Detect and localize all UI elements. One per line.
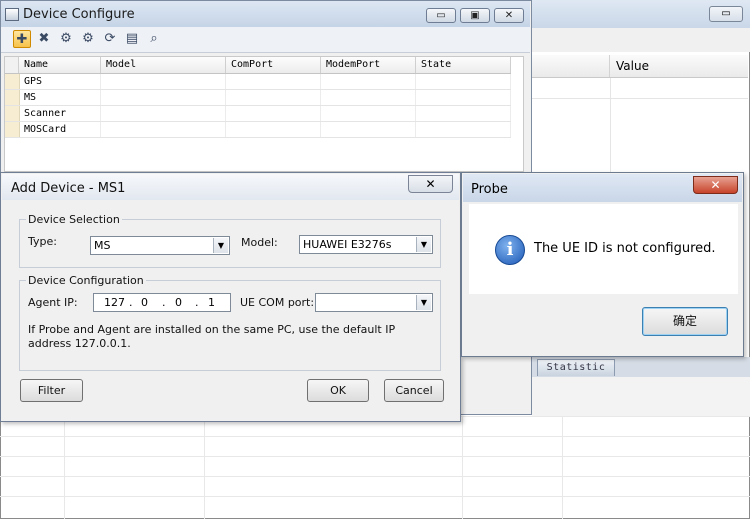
chevron-down-icon[interactable]: ▼ xyxy=(416,295,431,310)
add-device-title: Add Device - MS1 xyxy=(11,181,126,196)
column-header-model[interactable]: Model xyxy=(101,57,226,73)
table-row[interactable]: MOSCard xyxy=(5,122,511,138)
chevron-down-icon[interactable]: ▼ xyxy=(213,238,228,253)
ip-hint-text: If Probe and Agent are installed on the … xyxy=(28,323,396,350)
type-select-value: MS xyxy=(94,239,111,252)
probe-close-button[interactable]: ✕ xyxy=(693,176,738,194)
ue-com-port-label: UE COM port: xyxy=(240,296,315,309)
print-icon[interactable]: ▤ xyxy=(123,30,141,48)
cell-model xyxy=(101,122,226,137)
cell-state xyxy=(416,106,511,121)
add-device-icon[interactable]: ✚ xyxy=(13,30,31,48)
model-select-value: HUAWEI E3276s xyxy=(303,238,392,251)
cell-modemport xyxy=(321,122,416,137)
background-minimize-button[interactable]: ▭ xyxy=(709,6,743,22)
delete-device-icon[interactable]: ✖ xyxy=(35,30,53,48)
value-grid-header: Value xyxy=(532,55,748,78)
cell-state xyxy=(416,74,511,89)
add-device-dialog: Add Device - MS1 ✕ Device Selection Type… xyxy=(0,172,461,422)
probe-ok-button[interactable]: 确定 xyxy=(642,307,728,336)
ip-dot: . xyxy=(195,296,199,309)
agent-ip-label: Agent IP: xyxy=(28,296,78,309)
row-header xyxy=(5,122,20,137)
cell-model xyxy=(101,90,226,105)
cell-modemport xyxy=(321,90,416,105)
ip-dot: . xyxy=(162,296,166,309)
type-label: Type: xyxy=(28,235,57,248)
add-device-close-button[interactable]: ✕ xyxy=(408,175,453,193)
background-title-bar: ▭ xyxy=(532,0,750,29)
cell-model xyxy=(101,74,226,89)
probe-message-text: The UE ID is not configured. xyxy=(534,241,716,256)
device-grid-header: Name Model ComPort ModemPort State xyxy=(5,57,511,74)
probe-message-box: Probe ✕ i The UE ID is not configured. 确… xyxy=(461,172,744,357)
probe-title: Probe xyxy=(471,182,508,197)
cell-modemport xyxy=(321,74,416,89)
cell-model xyxy=(101,106,226,121)
background-data-grid xyxy=(0,416,750,519)
value-grid-row xyxy=(532,78,748,99)
minimize-button[interactable]: ▭ xyxy=(426,8,456,23)
cell-name: MS xyxy=(19,90,101,105)
cell-state xyxy=(416,90,511,105)
device-configure-title-bar: Device Configure ▭ ▣ ✕ xyxy=(1,1,530,27)
find-icon[interactable]: ⌕ xyxy=(145,30,163,48)
type-select[interactable]: MS ▼ xyxy=(90,236,230,255)
cell-comport xyxy=(226,74,321,89)
ip-dot: . xyxy=(129,296,133,309)
app-icon xyxy=(5,8,19,21)
ok-button[interactable]: OK xyxy=(307,379,369,402)
refresh-icon[interactable]: ⟳ xyxy=(101,30,119,48)
probe-title-bar: Probe ✕ xyxy=(463,174,742,202)
ip-octet: 127 xyxy=(104,296,125,309)
cell-state xyxy=(416,122,511,137)
chevron-down-icon[interactable]: ▼ xyxy=(416,237,431,252)
agent-ip-input[interactable]: 127 . 0 . 0 . 1 xyxy=(93,293,231,312)
toolbar: ✚ ✖ ⚙ ⚙ ⟳ ▤ ⌕ xyxy=(1,27,530,53)
connect-icon[interactable]: ⚙ xyxy=(57,30,75,48)
background-status-area xyxy=(532,377,750,416)
cell-name: GPS xyxy=(19,74,101,89)
ip-octet: 1 xyxy=(208,296,215,309)
row-header xyxy=(5,74,20,89)
row-header xyxy=(5,90,20,105)
device-configuration-label: Device Configuration xyxy=(26,274,146,287)
cell-comport xyxy=(226,122,321,137)
device-configure-title: Device Configure xyxy=(23,7,135,22)
value-grid-blank-column xyxy=(532,55,610,77)
close-button[interactable]: ✕ xyxy=(494,8,524,23)
disconnect-icon[interactable]: ⚙ xyxy=(79,30,97,48)
column-header-name[interactable]: Name xyxy=(19,57,101,73)
ip-octet: 0 xyxy=(141,296,148,309)
table-row[interactable]: MS xyxy=(5,90,511,106)
column-header-comport[interactable]: ComPort xyxy=(226,57,321,73)
row-header xyxy=(5,106,20,121)
model-select[interactable]: HUAWEI E3276s ▼ xyxy=(299,235,433,254)
cell-name: Scanner xyxy=(19,106,101,121)
ue-com-port-select[interactable]: ▼ xyxy=(315,293,433,312)
device-selection-label: Device Selection xyxy=(26,213,122,226)
value-column-header[interactable]: Value xyxy=(610,55,748,77)
add-device-title-bar: Add Device - MS1 ✕ xyxy=(2,174,459,200)
filter-button[interactable]: Filter xyxy=(20,379,83,402)
cell-comport xyxy=(226,106,321,121)
cancel-button[interactable]: Cancel xyxy=(384,379,444,402)
table-row[interactable]: Scanner xyxy=(5,106,511,122)
background-panel xyxy=(532,28,750,52)
tab-statistic[interactable]: Statistic xyxy=(537,359,615,376)
cell-modemport xyxy=(321,106,416,121)
ip-octet: 0 xyxy=(175,296,182,309)
model-label: Model: xyxy=(241,236,278,249)
table-row[interactable]: GPS xyxy=(5,74,511,90)
cell-comport xyxy=(226,90,321,105)
info-icon: i xyxy=(495,235,525,265)
cell-name: MOSCard xyxy=(19,122,101,137)
maximize-button[interactable]: ▣ xyxy=(460,8,490,23)
row-header-corner xyxy=(5,57,19,73)
column-header-modemport[interactable]: ModemPort xyxy=(321,57,416,73)
column-header-state[interactable]: State xyxy=(416,57,511,73)
